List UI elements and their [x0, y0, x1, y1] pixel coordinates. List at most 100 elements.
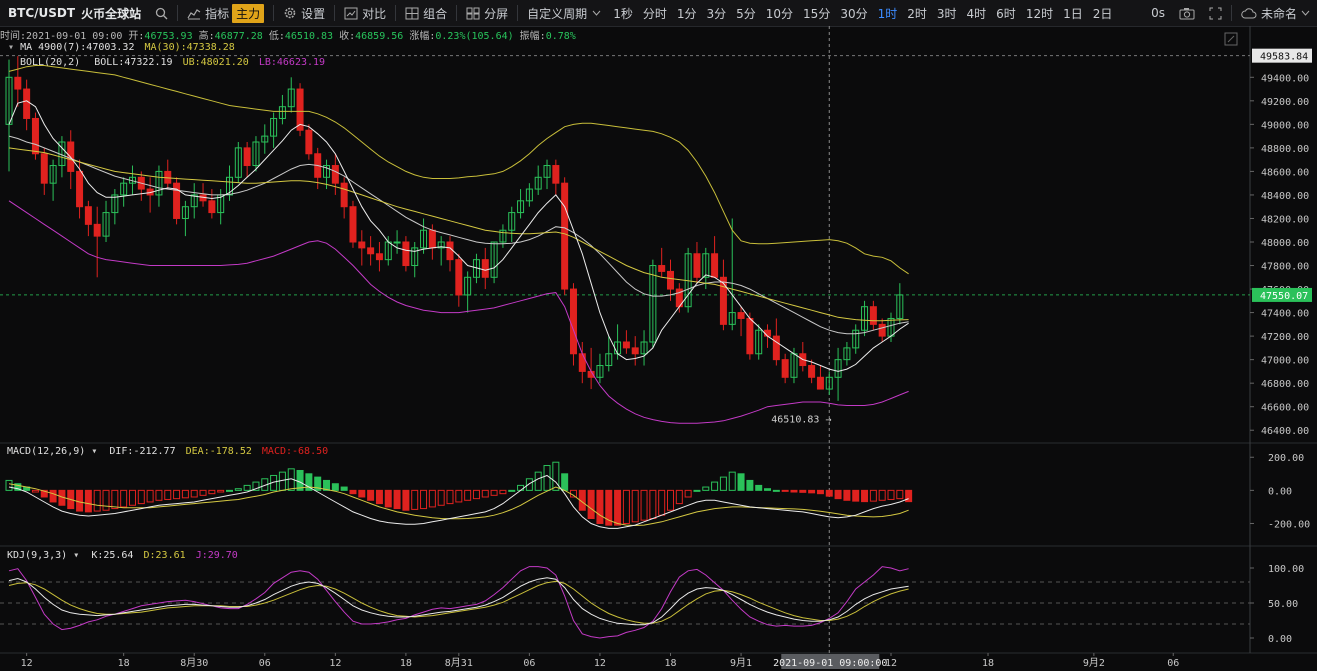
kdj-tick-label: 0.00 [1268, 634, 1292, 645]
main-indicator-badge[interactable]: 主力 [232, 3, 265, 23]
interval-button[interactable]: 15分 [798, 5, 835, 22]
price-tick-label: 47400.00 [1261, 309, 1309, 320]
interval-button[interactable]: 3时 [932, 5, 962, 22]
macd-histogram-bar [464, 489, 472, 501]
kdj-d-line [8, 580, 909, 624]
candle-body [402, 241, 410, 267]
macd-histogram-bar [649, 489, 657, 520]
kdj-j-line [8, 566, 909, 639]
candle-body [622, 341, 630, 349]
macd-histogram-bar [790, 489, 798, 493]
interval-button[interactable]: 2日 [1088, 5, 1118, 22]
macd-histogram-bar [525, 478, 533, 491]
interval-list: 1秒 分时 1分 3分 5分 10分 15分 30分 1时 2时 3时 4时 6时 12时 1日 2日 [608, 5, 1117, 22]
symbol-label: BTC/USDT [8, 6, 76, 20]
macd-histogram-bar [843, 489, 851, 501]
candle-body [746, 317, 754, 355]
compare-button[interactable]: 对比 [337, 0, 393, 26]
time-tick-label: 18 [664, 658, 676, 669]
macd-histogram-bar [137, 489, 145, 505]
macd-histogram-bar [199, 489, 207, 496]
top-toolbar: BTC/USDT 火币全球站 指标 主力 设置 对比 组合 分屏 自定义周期 1… [0, 0, 1317, 27]
current-price-label: 47550.07 [1260, 291, 1308, 302]
macd-histogram-bar [702, 486, 710, 491]
interval-button[interactable]: 1日 [1058, 5, 1088, 22]
indicators-button[interactable]: 指标 主力 [180, 0, 271, 26]
interval-button[interactable]: 6时 [991, 5, 1021, 22]
interval-button[interactable]: 1秒 [608, 5, 638, 22]
custom-period-button[interactable]: 自定义周期 [520, 0, 608, 26]
interval-button[interactable]: 2时 [902, 5, 932, 22]
price-tick-label: 48800.00 [1261, 144, 1309, 155]
settings-button[interactable]: 设置 [276, 0, 332, 26]
interval-button[interactable]: 分时 [638, 5, 672, 22]
candle-body [552, 165, 560, 184]
candle-body [358, 241, 366, 249]
macd-histogram-bar [331, 483, 339, 491]
price-tick-label: 46600.00 [1261, 403, 1309, 414]
candle-body [23, 88, 31, 119]
maximize-pane-icon [1227, 35, 1235, 43]
macd-tick-label: -200.00 [1268, 519, 1310, 530]
macd-histogram-bar [684, 489, 692, 498]
price-tick-label: 48600.00 [1261, 167, 1309, 178]
time-tick-label: 8月31 [445, 657, 473, 669]
macd-histogram-bar [226, 489, 233, 492]
macd-histogram-bar [84, 489, 92, 513]
interval-button[interactable]: 12时 [1021, 5, 1058, 22]
interval-button[interactable]: 10分 [761, 5, 798, 22]
gear-icon [284, 7, 296, 19]
screenshot-button[interactable] [1172, 0, 1202, 26]
time-tick-label: 06 [1167, 658, 1179, 669]
price-tick-label: 46400.00 [1261, 426, 1309, 437]
fullscreen-button[interactable] [1202, 0, 1229, 26]
macd-histogram-bar [428, 489, 436, 508]
candle-body [367, 247, 375, 255]
macd-histogram-bar [887, 489, 895, 500]
macd-histogram-bar [552, 461, 560, 491]
macd-histogram-bar [799, 489, 807, 493]
split-screen-button[interactable]: 分屏 [459, 0, 515, 26]
macd-histogram-bar [402, 489, 410, 511]
macd-histogram-bar [120, 489, 128, 508]
boll-lower-line [8, 200, 909, 424]
macd-histogram-bar [146, 489, 154, 503]
symbol-selector[interactable]: BTC/USDT 火币全球站 [0, 0, 148, 26]
macd-histogram-bar [746, 479, 754, 491]
candle-body [658, 265, 666, 272]
combo-button[interactable]: 组合 [398, 0, 454, 26]
macd-histogram-bar [587, 489, 595, 520]
macd-histogram-bar [808, 489, 816, 494]
chart-canvas[interactable]: 49400.00 49200.00 49000.00 48800.00 48600.00… [0, 26, 1317, 671]
macd-histogram-bar [472, 489, 480, 500]
macd-histogram-bar [76, 489, 84, 512]
candle-body [481, 259, 489, 278]
toolbar-divider [456, 5, 458, 21]
candle-body [93, 223, 101, 237]
interval-button[interactable]: 1时 [873, 5, 903, 22]
macd-histogram-bar [349, 489, 357, 495]
interval-button[interactable]: 1分 [672, 5, 702, 22]
kdj-k-line [8, 577, 909, 626]
interval-button[interactable]: 5分 [731, 5, 761, 22]
custom-period-label: 自定义周期 [527, 6, 588, 21]
candle-body [569, 288, 577, 355]
macd-histogram-bar [755, 484, 763, 491]
macd-histogram-bar [208, 489, 216, 495]
interval-button[interactable]: 30分 [835, 5, 872, 22]
macd-histogram-bar [693, 489, 701, 492]
price-tick-label: 46800.00 [1261, 379, 1309, 390]
toolbar-divider [273, 5, 275, 21]
candle-body [711, 253, 719, 278]
macd-histogram-bar [481, 489, 489, 498]
indicator-icon [187, 8, 201, 19]
candle-body [693, 253, 701, 278]
candle-body [455, 259, 463, 296]
compare-label: 对比 [362, 6, 387, 21]
cloud-layout-button[interactable]: 未命名 [1234, 0, 1317, 26]
boll-upper-line [8, 65, 909, 275]
interval-button[interactable]: 4时 [962, 5, 992, 22]
symbol-search-button[interactable] [148, 0, 175, 26]
time-tick-label: 12 [594, 658, 606, 669]
interval-button[interactable]: 3分 [701, 5, 731, 22]
